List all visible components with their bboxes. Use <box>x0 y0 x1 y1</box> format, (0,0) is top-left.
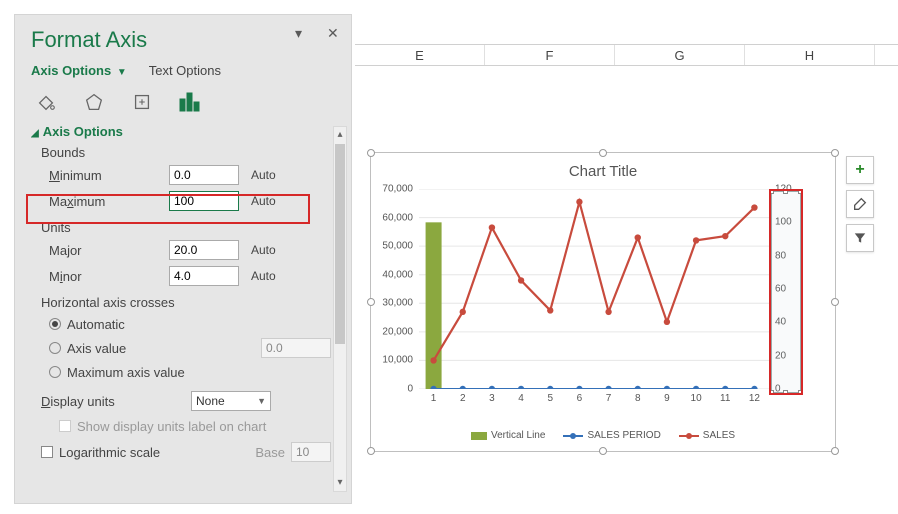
chart-object[interactable]: Chart Title 010,00020,00030,00040,00050,… <box>370 152 836 452</box>
column-headers: E F G H <box>355 44 898 66</box>
resize-handle[interactable] <box>831 298 839 306</box>
display-units-label: Display units <box>41 394 191 409</box>
tab-text-options[interactable]: Text Options <box>149 63 221 78</box>
group-units: Units <box>41 220 331 235</box>
legend-sales[interactable]: SALES <box>679 430 735 441</box>
tab-axis-options[interactable]: Axis Options ▼ <box>31 63 127 78</box>
resize-handle[interactable] <box>831 149 839 157</box>
radio-axis-value[interactable]: Axis value <box>49 338 331 358</box>
display-units-select[interactable]: None▼ <box>191 391 271 411</box>
resize-handle[interactable] <box>367 298 375 306</box>
minor-input[interactable] <box>169 266 239 286</box>
group-bounds: Bounds <box>41 145 331 160</box>
legend-vertical-line[interactable]: Vertical Line <box>471 430 545 441</box>
major-input[interactable] <box>169 240 239 260</box>
tab-axis-options-label: Axis Options <box>31 63 111 78</box>
radio-max-axis-value[interactable]: Maximum axis value <box>49 362 331 382</box>
minor-auto[interactable]: Auto <box>251 269 276 283</box>
plot-area <box>419 189 769 389</box>
maximum-input[interactable] <box>169 191 239 211</box>
chart-styles-button[interactable] <box>846 190 874 218</box>
col-g[interactable]: G <box>615 45 745 65</box>
scroll-down-icon[interactable]: ▾ <box>334 475 346 491</box>
group-hcross: Horizontal axis crosses <box>41 295 331 310</box>
minimum-auto[interactable]: Auto <box>251 168 276 182</box>
scroll-up-icon[interactable]: ▴ <box>334 127 346 143</box>
format-axis-pane: Format Axis ▾ ✕ Axis Options ▼ Text Opti… <box>14 14 352 504</box>
x-axis: 123456789101112 <box>419 393 769 409</box>
chart-title[interactable]: Chart Title <box>371 153 835 184</box>
fill-icon[interactable] <box>31 90 61 114</box>
scroll-thumb[interactable] <box>335 144 345 344</box>
axis-options-icon[interactable] <box>175 90 205 114</box>
log-scale-check[interactable]: Logarithmic scale Base <box>41 442 331 462</box>
pane-title: Format Axis <box>31 27 335 53</box>
base-input <box>291 442 331 462</box>
pane-menu-icon[interactable]: ▾ <box>295 25 309 39</box>
section-axis-options[interactable]: ◢Axis Options <box>31 124 331 139</box>
col-f[interactable]: F <box>485 45 615 65</box>
maximum-label: Maximum <box>49 194 169 209</box>
resize-handle[interactable] <box>367 447 375 455</box>
chart-elements-button[interactable]: + <box>846 156 874 184</box>
axis-value-input[interactable] <box>261 338 331 358</box>
show-units-label-check: Show display units label on chart <box>59 416 331 436</box>
major-label: Major <box>49 243 169 258</box>
category-icons <box>15 86 351 124</box>
resize-handle[interactable] <box>367 149 375 157</box>
scrollbar[interactable]: ▴ ▾ <box>333 126 347 492</box>
secondary-axis-selection[interactable] <box>771 191 801 393</box>
major-auto[interactable]: Auto <box>251 243 276 257</box>
minimum-label: Minimum <box>49 168 169 183</box>
resize-handle[interactable] <box>831 447 839 455</box>
y-axis-primary: 010,00020,00030,00040,00050,00060,00070,… <box>377 189 417 389</box>
effects-icon[interactable] <box>79 90 109 114</box>
maximum-auto[interactable]: Auto <box>251 194 276 208</box>
chevron-down-icon: ▼ <box>117 67 127 78</box>
options-scroll-area: ◢Axis Options Bounds Minimum Auto Maximu… <box>31 124 331 496</box>
base-label: Base <box>255 445 285 460</box>
legend-sales-period[interactable]: SALES PERIOD <box>563 430 660 441</box>
size-icon[interactable] <box>127 90 157 114</box>
resize-handle[interactable] <box>599 149 607 157</box>
col-h[interactable]: H <box>745 45 875 65</box>
col-e[interactable]: E <box>355 45 485 65</box>
radio-automatic[interactable]: Automatic <box>49 314 331 334</box>
minor-label: Minor <box>49 269 169 284</box>
minimum-input[interactable] <box>169 165 239 185</box>
close-icon[interactable]: ✕ <box>327 25 341 39</box>
resize-handle[interactable] <box>599 447 607 455</box>
legend[interactable]: Vertical Line SALES PERIOD SALES <box>371 430 835 441</box>
chart-filters-button[interactable] <box>846 224 874 252</box>
